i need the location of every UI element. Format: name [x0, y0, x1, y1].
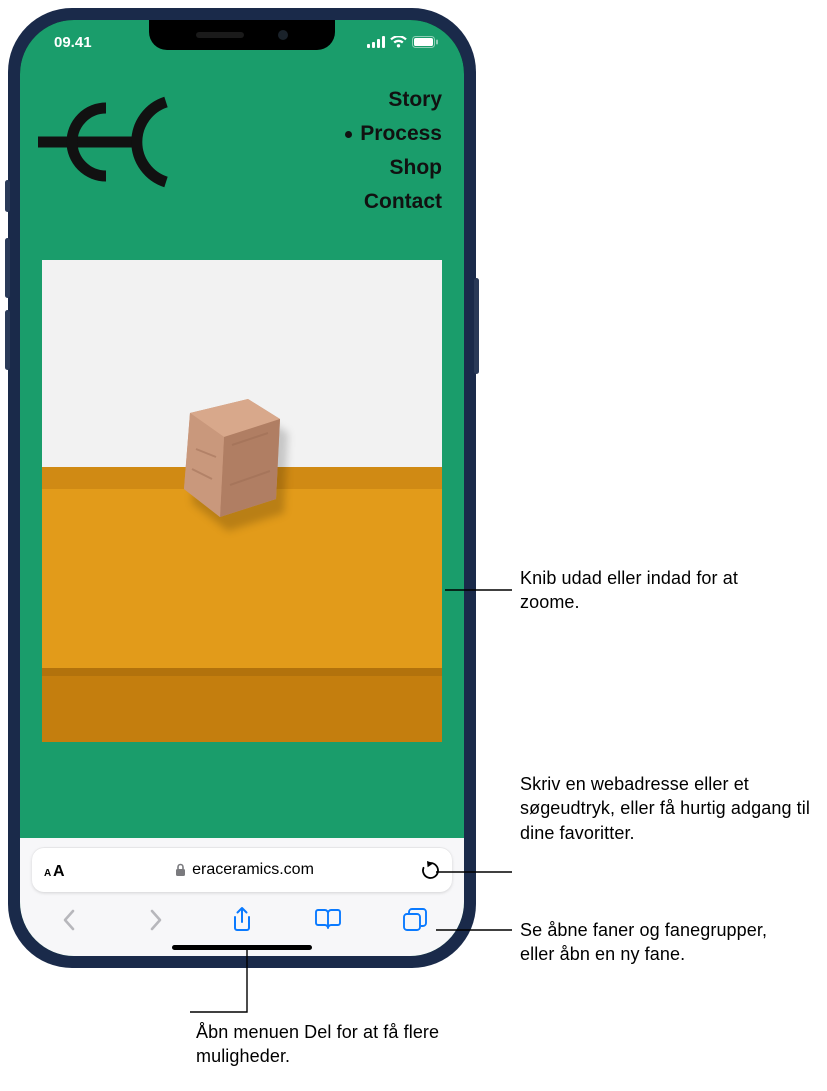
front-camera [278, 30, 288, 40]
wifi-icon [390, 36, 407, 48]
volume-down [5, 310, 10, 370]
callout-tabs: Se åbne faner og fanegrupper, eller åbn … [520, 918, 780, 967]
site-header: Story Process Shop Contact [20, 64, 464, 224]
callout-address: Skriv en webadresse eller et søgeudtryk,… [520, 772, 820, 845]
speaker-grille [196, 32, 244, 38]
address-bar[interactable]: AA eraceramics.com [32, 848, 452, 892]
nav-item-shop[interactable]: Shop [390, 156, 443, 180]
active-dot-icon [345, 131, 352, 138]
site-nav: Story Process Shop Contact [345, 88, 442, 214]
safari-content[interactable]: Story Process Shop Contact [20, 20, 464, 956]
text-size-button[interactable]: AA [44, 861, 68, 879]
svg-text:A: A [53, 863, 65, 879]
reload-button[interactable] [421, 860, 440, 881]
nav-item-process[interactable]: Process [345, 122, 442, 146]
status-icons [367, 36, 438, 48]
nav-label: Shop [390, 156, 443, 180]
share-button[interactable] [218, 906, 266, 934]
svg-text:A: A [44, 868, 51, 879]
clay-block [172, 389, 290, 524]
nav-label: Contact [364, 190, 442, 214]
callout-share: Åbn menuen Del for at få flere mulighede… [196, 1020, 496, 1069]
lock-icon [175, 863, 186, 877]
hero-image[interactable] [42, 260, 442, 742]
tabs-button[interactable] [391, 907, 439, 933]
mute-switch [5, 180, 10, 212]
url-text: eraceramics.com [192, 861, 314, 879]
phone-frame: 09.41 Story [8, 8, 476, 968]
nav-item-story[interactable]: Story [388, 88, 442, 112]
status-time: 09.41 [54, 34, 92, 51]
url-display[interactable]: eraceramics.com [78, 861, 411, 879]
safari-toolbar [20, 896, 464, 944]
nav-item-contact[interactable]: Contact [364, 190, 442, 214]
callout-zoom: Knib udad eller indad for at zoome. [520, 566, 800, 615]
site-logo[interactable] [36, 88, 186, 196]
side-button [474, 278, 479, 374]
nav-label: Story [388, 88, 442, 112]
back-button[interactable] [45, 908, 93, 932]
phone-screen: 09.41 Story [20, 20, 464, 956]
table-front-edge [42, 676, 442, 742]
nav-label: Process [360, 122, 442, 146]
volume-up [5, 238, 10, 298]
cellular-icon [367, 36, 385, 48]
bookmarks-button[interactable] [304, 908, 352, 932]
home-indicator[interactable] [172, 945, 312, 950]
battery-icon [412, 36, 438, 48]
forward-button[interactable] [132, 908, 180, 932]
notch [149, 20, 335, 50]
